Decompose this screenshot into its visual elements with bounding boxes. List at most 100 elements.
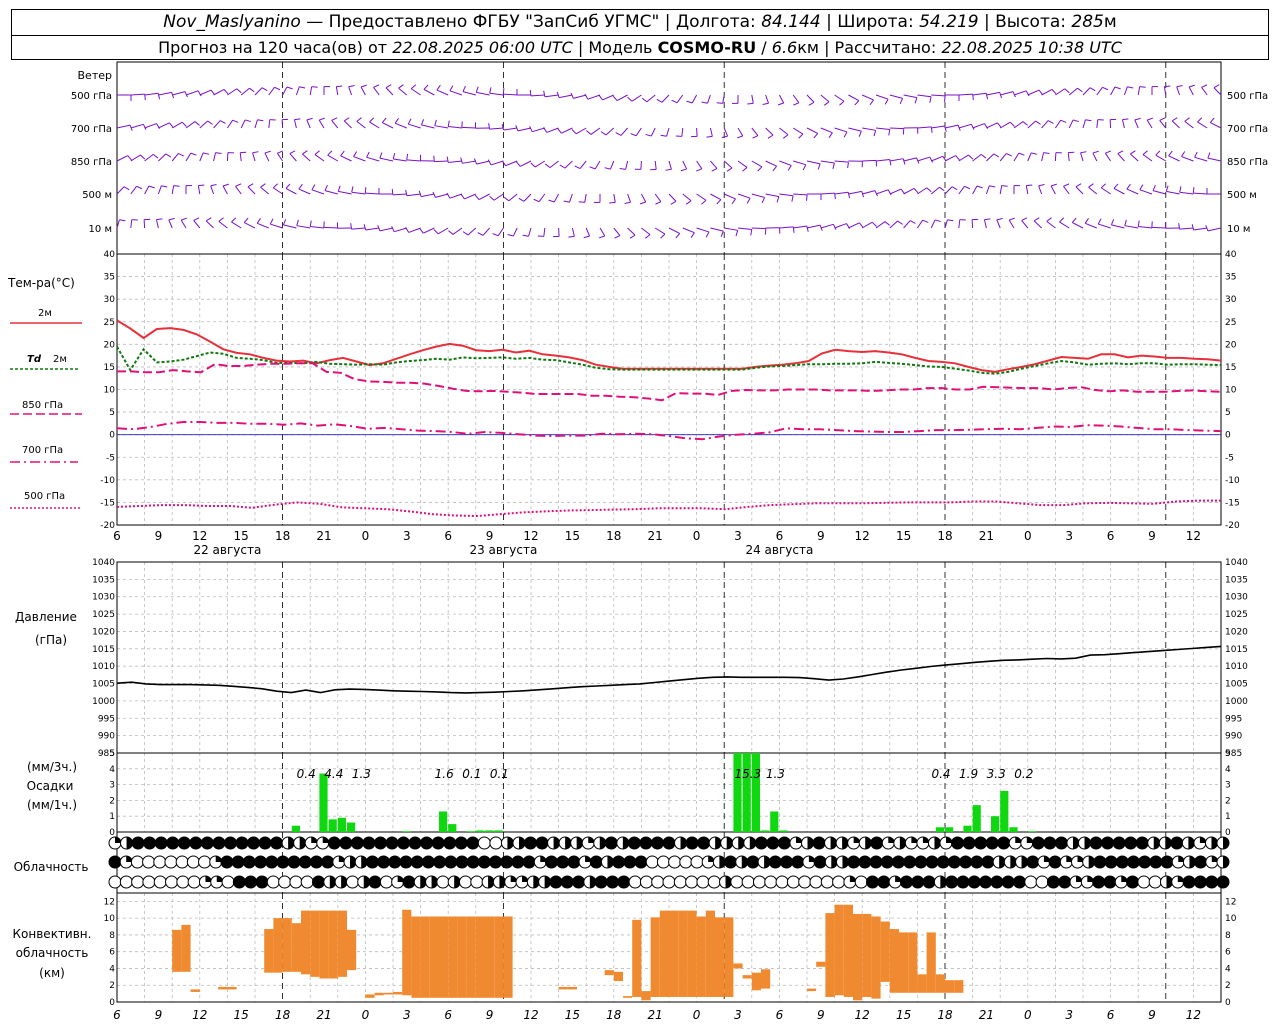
wind-barb-shaft (681, 127, 684, 137)
wind-barb-flag (448, 230, 454, 235)
wind-barb-flag (148, 185, 155, 189)
legend-500-label: 500 гПа (24, 491, 65, 502)
wind-barb-shaft (410, 88, 421, 96)
wind-barb-shaft (369, 121, 380, 129)
cloud-circle-clear (300, 875, 314, 889)
y-tick-label-right: 1030 (1225, 593, 1248, 603)
wind-barb-shaft (335, 86, 339, 96)
wind-barb-flag (194, 121, 200, 126)
wind-barb-flag (207, 120, 213, 125)
wind-barb-flag (140, 154, 146, 160)
cloud-circle-overcast (1089, 836, 1103, 850)
wind-barb-flag (1046, 217, 1052, 222)
wind-barb-shaft (116, 186, 125, 195)
wind-barb-flag (407, 118, 412, 125)
x-tick-label: 15 (896, 529, 911, 543)
cloud-circle-overcast (556, 855, 570, 869)
wind-barb-flag (747, 102, 754, 105)
wind-barb-flag (614, 235, 621, 239)
wind-barb-shaft (144, 92, 159, 96)
cloud-circle-overcast (524, 836, 537, 850)
wind-barb-shaft (861, 221, 873, 229)
wind-barb-shaft (1142, 154, 1153, 162)
wind-barb-flag (563, 200, 570, 203)
y-tick-label-right: 10 (1225, 914, 1237, 924)
y-tick-label-left: 10 (104, 914, 116, 924)
wind-barb-shaft (240, 87, 250, 96)
wind-barb-shaft (751, 94, 754, 104)
wind-barb-flag (218, 217, 224, 222)
cloud-circle-overcast (634, 855, 648, 869)
cloud-circle-clear (119, 875, 133, 889)
wind-barb-shaft (155, 219, 159, 229)
wind-barb-flag (922, 219, 929, 223)
cloud-circle-overcast (265, 855, 279, 869)
cloud-circle-overcast (276, 855, 290, 869)
x-tick-label: 18 (275, 529, 290, 543)
x-tick-label: 6 (776, 529, 784, 543)
wind-barb-shaft (834, 94, 845, 102)
wind-barb-shaft (185, 152, 192, 162)
wind-barb-shaft (930, 186, 940, 195)
y-tick-label-left: 1010 (92, 662, 115, 672)
cloud-circle-overcast (253, 855, 267, 869)
precip-bar (991, 816, 1000, 832)
cloud-circle-clear (1148, 875, 1162, 889)
cloud-circle-clear (289, 875, 303, 889)
convective-bar (880, 921, 890, 982)
y-tick-label-right: 1015 (1225, 645, 1248, 655)
y-tick-label-left: 40 (104, 250, 116, 260)
wind-barb-shaft (508, 193, 518, 202)
y-tick-label-right: 1025 (1225, 610, 1248, 620)
wind-barb-flag (420, 119, 425, 126)
x-tick-label: 9 (155, 1008, 163, 1022)
wind-barb-shaft (276, 152, 284, 162)
precip-bar (779, 830, 788, 832)
precip-bar (494, 830, 503, 832)
wind-barb-flag (1113, 183, 1119, 189)
wind-barb-shaft (605, 127, 615, 136)
wind-barb-flag (782, 134, 789, 139)
cloud-circle-overcast (385, 836, 399, 850)
wind-barb-shaft (806, 127, 818, 134)
wind-barb-shaft (449, 90, 463, 96)
wind-barb-flag (311, 184, 316, 191)
wind-barb-shaft (1059, 221, 1070, 229)
precip-bar (1027, 831, 1036, 832)
wind-barb-shaft (792, 94, 800, 103)
wind-barb-shaft (1063, 186, 1070, 195)
wind-barb-flag (1194, 151, 1198, 158)
wind-barb-flag (1139, 86, 1146, 88)
wind-barb-flag (1134, 117, 1141, 121)
wind-barb-flag (752, 135, 759, 139)
wind-barb-flag (559, 164, 566, 169)
wind-barb-shaft (1096, 119, 1099, 129)
wind-barb-shaft (1151, 226, 1166, 229)
wind-barb-shaft (848, 222, 860, 229)
wind-barb-shaft (889, 188, 902, 195)
wind-barb-flag (701, 199, 707, 205)
wind-barb-flag (624, 201, 631, 204)
wind-barb-flag (423, 84, 429, 90)
x-tick-label: 21 (979, 529, 994, 543)
y-tick-label-left: 0 (109, 431, 115, 441)
wind-barb-shaft (1075, 186, 1084, 195)
cloud-circle-overcast (724, 855, 738, 869)
wind-barb-shaft (696, 160, 703, 170)
cloud-circle-overcast (231, 855, 245, 869)
precip-3h-label: 1.3 (766, 767, 785, 781)
wind-barb-flag (351, 186, 354, 193)
wind-barb-shaft (654, 160, 657, 170)
wind-barb-shaft (751, 127, 759, 136)
wind-barb-flag (119, 219, 126, 222)
wind-barb-flag (805, 194, 808, 201)
convective-bar (319, 910, 329, 979)
wind-barb-flag (1063, 183, 1070, 187)
y-tick-label-left: 12 (104, 897, 115, 907)
wind-barb-shaft (254, 87, 263, 96)
wind-barb-flag (1139, 184, 1144, 191)
wind-barb-flag (578, 201, 585, 203)
cloud-circle-overcast (746, 855, 760, 869)
wind-barb-flag (1097, 218, 1102, 225)
wind-barb-flag (142, 124, 147, 130)
